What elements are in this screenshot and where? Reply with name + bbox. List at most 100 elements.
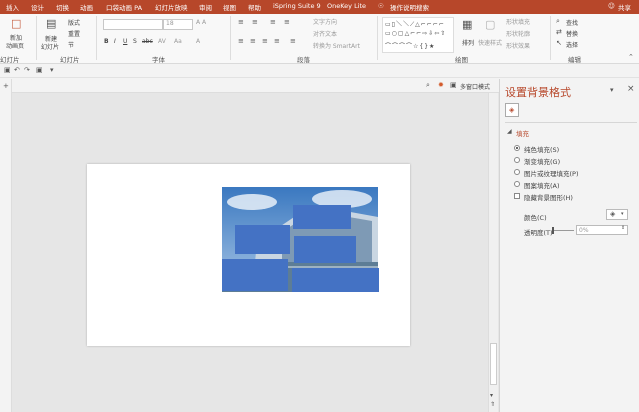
find-button[interactable]: 查找 bbox=[566, 18, 578, 27]
group-separator bbox=[96, 16, 97, 60]
placeholder-block[interactable] bbox=[235, 225, 290, 254]
close-icon[interactable]: × bbox=[627, 85, 635, 94]
lightbulb-icon: ☉ bbox=[378, 2, 384, 10]
color-picker-button[interactable]: ◈ ▾ bbox=[606, 209, 628, 220]
section-button[interactable]: 节 bbox=[68, 40, 74, 49]
fill-icon[interactable]: ◈ bbox=[505, 103, 519, 117]
transparency-slider[interactable] bbox=[552, 230, 574, 231]
select-button[interactable]: 选择 bbox=[566, 40, 578, 49]
select-icon: ↖ bbox=[556, 39, 562, 47]
indent-icon[interactable]: ≡ bbox=[270, 19, 276, 26]
align-left-icon[interactable]: ≡ bbox=[238, 38, 244, 45]
solid-fill-radio[interactable] bbox=[514, 145, 520, 151]
quick-styles-button[interactable]: 快速样式 bbox=[478, 38, 502, 47]
shape-effects-button[interactable]: 形状效果 bbox=[506, 41, 530, 50]
search-icon[interactable]: ⌕ bbox=[426, 82, 430, 89]
bold-button[interactable]: B bbox=[104, 38, 109, 45]
present-icon[interactable]: ▣ bbox=[36, 67, 43, 74]
settings-icon[interactable]: ✹ bbox=[438, 82, 444, 89]
bullets-icon[interactable]: ≡ bbox=[238, 19, 244, 26]
group-separator bbox=[36, 16, 37, 60]
vertical-scrollbar[interactable]: ▾ ⇑ bbox=[488, 93, 498, 412]
tab-design[interactable]: 设计 bbox=[31, 2, 44, 12]
pane-title: 设置背景格式 bbox=[505, 86, 571, 99]
char-spacing-button[interactable]: AV bbox=[158, 38, 166, 45]
underline-button[interactable]: U bbox=[123, 38, 127, 45]
quick-styles-icon: ▢ bbox=[485, 18, 496, 31]
hide-background-checkbox[interactable] bbox=[514, 193, 520, 199]
save-icon[interactable]: ▣ bbox=[4, 67, 11, 74]
transparency-slider-thumb[interactable] bbox=[552, 227, 554, 234]
scroll-thumb[interactable] bbox=[490, 343, 497, 385]
group-label-drawing: 绘图 bbox=[455, 56, 468, 64]
share-button[interactable]: 共享 bbox=[618, 2, 631, 12]
tab-insert[interactable]: 插入 bbox=[6, 2, 19, 12]
font-name-dropdown[interactable] bbox=[103, 19, 163, 30]
convert-smartart-button[interactable]: 转换为 SmartArt bbox=[313, 41, 360, 50]
customize-qat-icon[interactable]: ▾ bbox=[50, 67, 54, 74]
tab-pocket-animation[interactable]: 口袋动画 PA bbox=[106, 2, 142, 12]
align-center-icon[interactable]: ≡ bbox=[250, 38, 256, 45]
justify-icon[interactable]: ≡ bbox=[274, 38, 280, 45]
fill-section-header[interactable]: 填充 bbox=[516, 128, 529, 138]
placeholder-block[interactable] bbox=[222, 259, 288, 291]
placeholder-block[interactable] bbox=[294, 236, 356, 263]
gradient-fill-radio[interactable] bbox=[514, 157, 520, 163]
shapes-row-3: ⌒⌒⌒⌒☆{}★ bbox=[385, 43, 436, 50]
arrange-button[interactable]: 排列 bbox=[462, 38, 474, 47]
line-spacing-icon[interactable]: ≡ bbox=[284, 19, 290, 26]
pane-options-icon[interactable]: ▾ bbox=[610, 87, 614, 94]
font-color-button[interactable]: A bbox=[196, 38, 200, 45]
expand-pane-icon[interactable]: + bbox=[3, 83, 9, 90]
slide[interactable] bbox=[87, 164, 410, 346]
font-size-dropdown[interactable]: 18 bbox=[163, 19, 193, 30]
layout-button[interactable]: 版式 bbox=[68, 18, 80, 27]
columns-icon[interactable]: ≡ bbox=[290, 38, 296, 45]
shapes-row-2: ▭○▢△⌐⌐⇨⇩⇦⇧ bbox=[385, 30, 447, 37]
ribbon-tab-bar: 插入 设计 切换 动画 口袋动画 PA 幻灯片放映 审阅 视图 帮助 iSpri… bbox=[0, 0, 639, 14]
tab-transitions[interactable]: 切换 bbox=[56, 2, 69, 12]
tell-me-search[interactable]: 操作说明搜索 bbox=[390, 2, 429, 12]
section-collapse-icon[interactable]: ◢ bbox=[507, 129, 512, 135]
group-label-paragraph: 段落 bbox=[297, 56, 310, 64]
spinner-icon[interactable]: ⇕ bbox=[621, 226, 625, 231]
collapse-ribbon-icon[interactable]: ⌃ bbox=[628, 54, 634, 61]
prev-slide-icon[interactable]: ⇑ bbox=[490, 402, 495, 408]
change-case-button[interactable]: Aa bbox=[174, 38, 182, 45]
shapes-gallery[interactable]: ▭▯＼＼⟋△⌐⌐⌐⌐ ▭○▢△⌐⌐⇨⇩⇦⇧ ⌒⌒⌒⌒☆{}★ bbox=[382, 17, 454, 53]
align-text-button[interactable]: 对齐文本 bbox=[313, 29, 337, 38]
italic-button[interactable]: I bbox=[114, 38, 116, 45]
reset-button[interactable]: 重置 bbox=[68, 29, 80, 38]
hide-background-label: 隐藏背景图形(H) bbox=[524, 194, 573, 202]
strikethrough-button[interactable]: abc bbox=[142, 38, 153, 45]
picture-fill-radio[interactable] bbox=[514, 169, 520, 175]
numbering-icon[interactable]: ≡ bbox=[252, 19, 258, 26]
pattern-fill-radio[interactable] bbox=[514, 181, 520, 187]
tab-slideshow[interactable]: 幻灯片放映 bbox=[155, 2, 188, 12]
tab-view[interactable]: 视图 bbox=[223, 2, 236, 12]
shape-outline-button[interactable]: 形状轮廓 bbox=[506, 29, 530, 38]
tab-animations[interactable]: 动画 bbox=[80, 2, 93, 12]
scroll-down-icon[interactable]: ▾ bbox=[490, 393, 493, 399]
replace-button[interactable]: 替换 bbox=[566, 29, 578, 38]
shadow-button[interactable]: S bbox=[133, 38, 137, 45]
tab-help[interactable]: 帮助 bbox=[248, 2, 261, 12]
text-direction-button[interactable]: 文字方向 bbox=[313, 17, 337, 26]
shape-fill-button[interactable]: 形状填充 bbox=[506, 17, 530, 26]
slide-thumbnails-pane[interactable]: + bbox=[0, 79, 12, 412]
placeholder-block[interactable] bbox=[293, 205, 351, 229]
placeholder-block[interactable] bbox=[292, 268, 379, 292]
transparency-input[interactable]: 0% ⇕ bbox=[576, 225, 628, 235]
tab-onekey[interactable]: OneKey Lite bbox=[327, 2, 366, 10]
group-separator bbox=[550, 16, 551, 60]
multi-window-mode-button[interactable]: 多窗口模式 bbox=[460, 82, 490, 91]
undo-icon[interactable]: ↶ bbox=[14, 67, 20, 74]
new-animation-page-icon: □ bbox=[11, 17, 22, 30]
align-right-icon[interactable]: ≡ bbox=[262, 38, 268, 45]
grow-font-icon[interactable]: A A bbox=[196, 19, 206, 26]
group-label-font: 字体 bbox=[152, 56, 165, 64]
tab-review[interactable]: 审阅 bbox=[199, 2, 212, 12]
solid-fill-label: 纯色填充(S) bbox=[524, 146, 560, 154]
redo-icon[interactable]: ↷ bbox=[24, 67, 30, 74]
tab-ispring[interactable]: iSpring Suite 9 bbox=[273, 2, 321, 10]
